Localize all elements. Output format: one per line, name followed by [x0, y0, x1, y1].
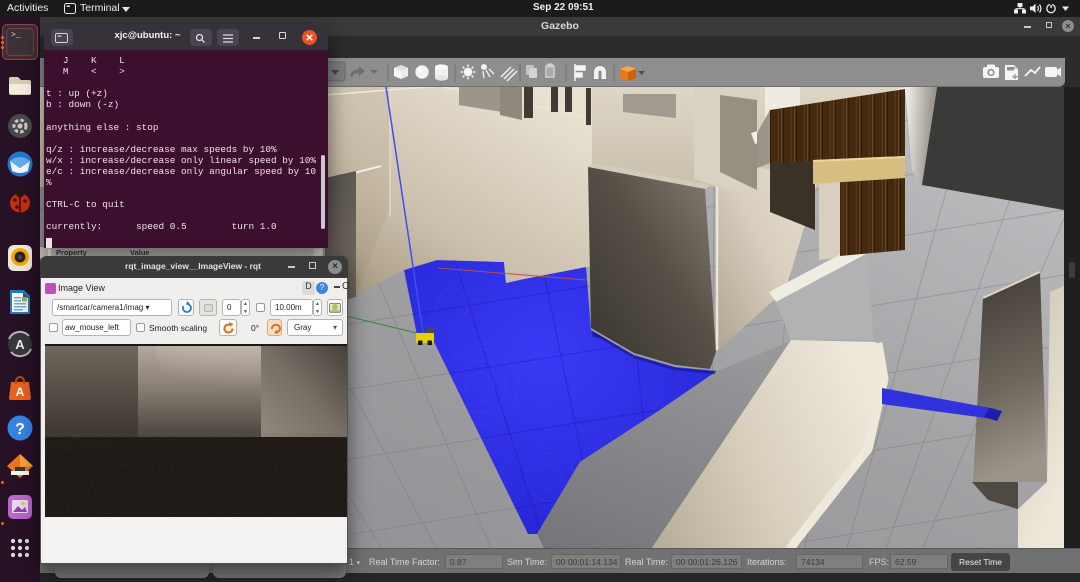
svg-text:A: A	[16, 385, 25, 399]
svg-text:?: ?	[15, 421, 25, 438]
svg-text:A: A	[15, 337, 25, 352]
